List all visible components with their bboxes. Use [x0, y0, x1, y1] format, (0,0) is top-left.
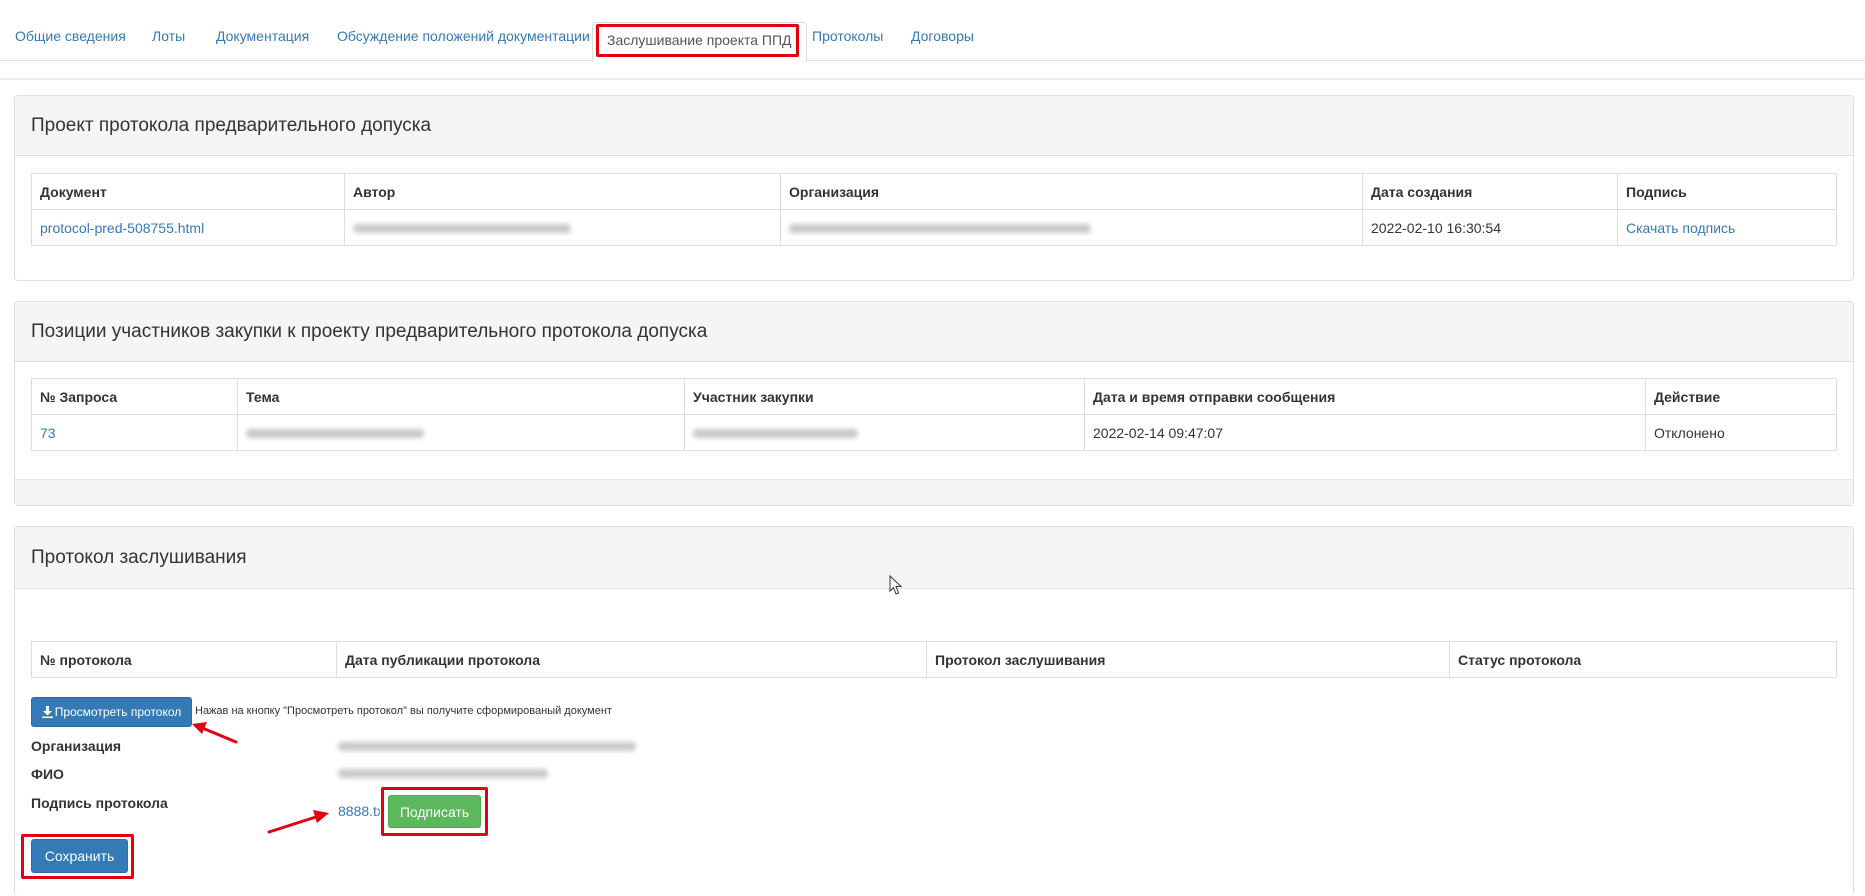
panel-footer	[15, 479, 1853, 505]
column-header: Организация	[780, 173, 1363, 210]
download-signature-link[interactable]: Скачать подпись	[1626, 220, 1735, 236]
panel-title: Протокол заслушивания	[15, 527, 1853, 589]
column-header: Тема	[237, 378, 685, 415]
column-header: Подпись	[1617, 173, 1837, 210]
tab-general[interactable]: Общие сведения	[15, 28, 126, 44]
table-header-row: Документ Автор Организация Дата создания…	[31, 173, 1837, 210]
tab-discussion[interactable]: Обсуждение положений документации	[337, 28, 590, 44]
redacted-fio-value	[338, 769, 548, 778]
draft-protocol-table: Документ Автор Организация Дата создания…	[31, 173, 1837, 246]
action-status: Отклонено	[1645, 414, 1837, 451]
table-row: protocol-pred-508755.html 2022-02-10 16:…	[31, 209, 1837, 246]
tab-bar: Общие сведения Лоты Документация Обсужде…	[0, 0, 1865, 62]
view-protocol-hint: Нажав на кнопку "Просмотреть протокол" в…	[195, 705, 612, 717]
redacted-organization-value	[338, 742, 636, 751]
tab-lots[interactable]: Лоты	[152, 28, 185, 44]
request-number-link[interactable]: 73	[40, 425, 56, 441]
column-header: № протокола	[31, 641, 337, 678]
positions-table: № Запроса Тема Участник закупки Дата и в…	[31, 378, 1837, 451]
protocol-file-link[interactable]: 8888.txt	[338, 803, 380, 819]
column-header: Статус протокола	[1449, 641, 1837, 678]
column-header: Автор	[344, 173, 781, 210]
column-header: Дата создания	[1362, 173, 1618, 210]
view-protocol-button[interactable]: Просмотреть протокол	[31, 697, 192, 727]
fio-label: ФИО	[31, 766, 64, 782]
created-date: 2022-02-10 16:30:54	[1362, 209, 1618, 246]
column-header: Участник закупки	[684, 378, 1085, 415]
hearing-protocol-table: № протокола Дата публикации протокола Пр…	[31, 641, 1837, 678]
column-header: Протокол заслушивания	[926, 641, 1450, 678]
column-header: Дата публикации протокола	[336, 641, 927, 678]
divider	[0, 78, 1865, 80]
tab-contracts[interactable]: Договоры	[911, 28, 974, 44]
column-header: Дата и время отправки сообщения	[1084, 378, 1646, 415]
download-icon	[41, 706, 53, 718]
save-button[interactable]: Сохранить	[31, 839, 128, 873]
column-header: № Запроса	[31, 378, 238, 415]
panel-title: Позиции участников закупки к проекту пре…	[15, 302, 1853, 362]
sign-button[interactable]: Подписать	[388, 795, 481, 828]
sent-datetime: 2022-02-14 09:47:07	[1084, 414, 1646, 451]
view-protocol-label: Просмотреть протокол	[54, 705, 182, 719]
column-header: Документ	[31, 173, 345, 210]
draft-protocol-panel: Проект протокола предварительного допуск…	[14, 95, 1854, 281]
table-header-row: № протокола Дата публикации протокола Пр…	[31, 641, 1837, 678]
table-row: 73 2022-02-14 09:47:07 Отклонено	[31, 414, 1837, 451]
protocol-signature-label: Подпись протокола	[31, 795, 168, 811]
table-header-row: № Запроса Тема Участник закупки Дата и в…	[31, 378, 1837, 415]
column-header: Действие	[1645, 378, 1837, 415]
redacted-organization	[789, 224, 1091, 234]
positions-panel: Позиции участников закупки к проекту пре…	[14, 301, 1854, 506]
redacted-participant	[693, 429, 858, 439]
panel-title: Проект протокола предварительного допуск…	[15, 96, 1853, 156]
tab-documentation[interactable]: Документация	[216, 28, 309, 44]
document-link[interactable]: protocol-pred-508755.html	[40, 220, 204, 236]
redacted-topic	[246, 429, 424, 439]
tab-hearing-ppd[interactable]: Заслушивание проекта ППД	[592, 22, 807, 62]
redacted-author	[353, 224, 571, 234]
organization-label: Организация	[31, 738, 122, 754]
tab-protocols[interactable]: Протоколы	[812, 28, 883, 44]
